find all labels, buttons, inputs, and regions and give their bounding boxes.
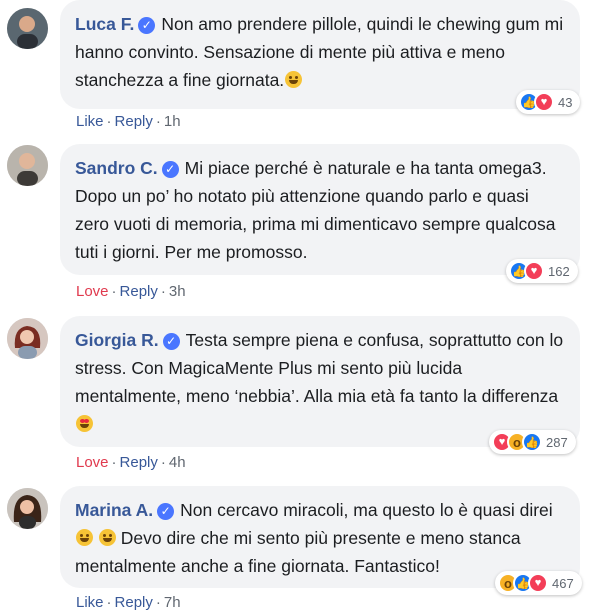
comment-actions: Like · Reply · 1h (76, 113, 181, 130)
avatar[interactable] (7, 318, 48, 359)
verified-badge-icon: ✓ (138, 17, 156, 34)
verified-badge-icon: ✓ (157, 503, 175, 520)
comment-time[interactable]: 7h (164, 594, 181, 611)
grinning-face-icon (285, 71, 303, 88)
comment-time[interactable]: 3h (169, 283, 186, 300)
reaction-count: 467 (552, 575, 574, 591)
reaction-count: 43 (558, 94, 573, 110)
like-link[interactable]: Like (76, 113, 104, 130)
comment-actions: Love · Reply · 3h (76, 283, 186, 300)
reaction-count: 162 (548, 263, 570, 279)
comment-actions: Love · Reply · 4h (76, 454, 186, 471)
comment-author[interactable]: Marina A. (75, 500, 153, 520)
verified-badge-icon: ✓ (161, 161, 179, 178)
love-link[interactable]: Love (76, 283, 109, 300)
verified-badge-icon: ✓ (162, 333, 180, 350)
reply-link[interactable]: Reply (115, 113, 153, 130)
comment-text-continued: Devo dire che mi sento più presente e me… (75, 528, 521, 576)
reaction-count: 287 (546, 434, 568, 450)
comment-bubble: Giorgia R. ✓ Testa sempre piena e confusa,… (60, 316, 580, 447)
laughing-face-icon (98, 529, 116, 546)
comment-time[interactable]: 4h (169, 454, 186, 471)
reactions-summary[interactable]: 👍 ♥ 43 (516, 90, 581, 114)
love-reaction-icon: ♥ (524, 261, 544, 281)
avatar[interactable] (7, 488, 48, 529)
love-link[interactable]: Love (76, 454, 109, 471)
love-reaction-icon: ♥ (528, 573, 548, 593)
comment-bubble: Sandro C. ✓ Mi piace perché è naturale e h… (60, 144, 580, 275)
comment-text: Non cercavo miracoli, ma questo lo è qua… (180, 500, 553, 520)
reactions-summary[interactable]: ♥ o 👍 287 (489, 430, 576, 454)
comment-bubble: Luca F. ✓ Non amo prendere pillole, quindi… (60, 0, 580, 109)
reply-link[interactable]: Reply (115, 594, 153, 611)
love-reaction-icon: ♥ (534, 92, 554, 112)
comment-actions: Like · Reply · 7h (76, 594, 181, 611)
heart-eyes-face-icon (76, 415, 93, 432)
like-reaction-icon: 👍 (522, 432, 542, 452)
laughing-face-icon (76, 529, 93, 546)
comment-time[interactable]: 1h (164, 113, 181, 130)
reactions-summary[interactable]: 👍 ♥ 162 (506, 259, 578, 283)
comment-author[interactable]: Sandro C. (75, 158, 158, 178)
comment-author[interactable]: Luca F. (75, 14, 134, 34)
reactions-summary[interactable]: o 👍 ♥ 467 (495, 571, 582, 595)
reply-link[interactable]: Reply (120, 283, 158, 300)
comment-author[interactable]: Giorgia R. (75, 330, 159, 350)
avatar[interactable] (7, 145, 48, 186)
reply-link[interactable]: Reply (120, 454, 158, 471)
avatar[interactable] (7, 8, 48, 49)
like-link[interactable]: Like (76, 594, 104, 611)
